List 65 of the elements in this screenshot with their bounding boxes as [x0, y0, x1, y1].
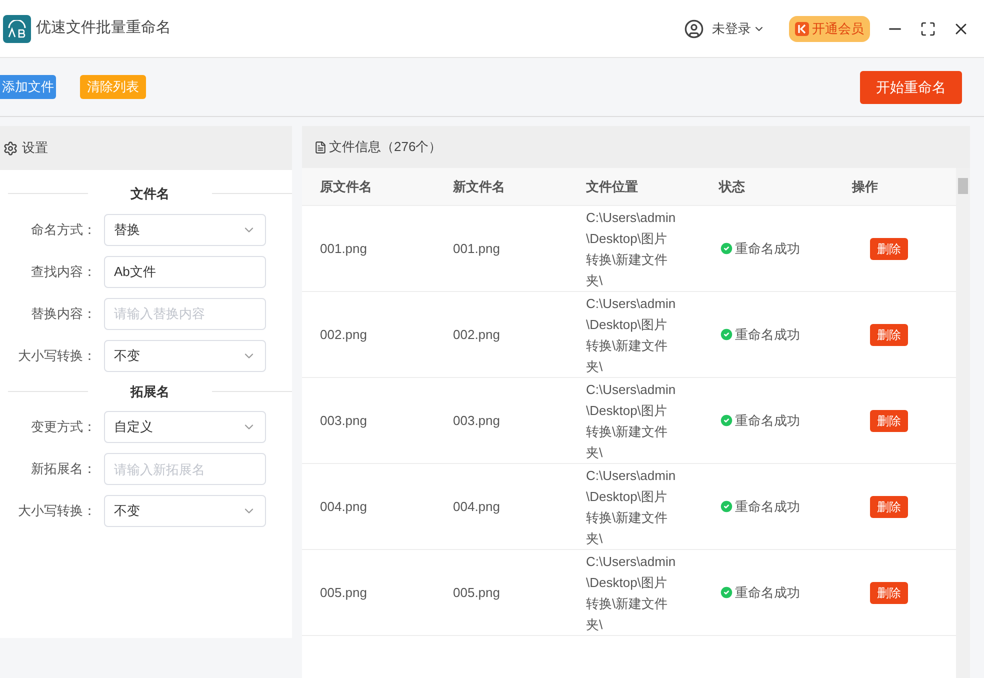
delete-button[interactable]: 删除: [870, 410, 908, 432]
section-heading: 文件名: [130, 185, 170, 203]
field-label: 大小写转换：: [17, 502, 96, 520]
panel-title: 设置: [22, 139, 48, 158]
table-cell-text: 002.png: [320, 326, 368, 344]
table-cell-text: C:\Users\admin\Desktop\图片转换\新建文件夹\: [586, 466, 677, 548]
user-icon: [684, 18, 704, 38]
table-cell-text: C:\Users\admin\Desktop\图片转换\新建文件夹\: [586, 294, 677, 376]
status-text: 重命名成功: [735, 584, 800, 602]
table-cell-text: 001.png: [453, 240, 501, 258]
table-cell-text: 004.png: [453, 498, 501, 516]
delete-button[interactable]: 删除: [870, 496, 908, 518]
delete-button[interactable]: 删除: [870, 238, 908, 260]
delete-button[interactable]: 删除: [870, 324, 908, 346]
status-text: 重命名成功: [735, 326, 800, 344]
field-label: 查找内容：: [30, 262, 96, 281]
add-files-button[interactable]: 添加文件: [0, 75, 56, 99]
column-header: 新文件名: [453, 178, 506, 196]
vip-badge-icon: [795, 22, 809, 36]
status-text: 重命名成功: [735, 412, 800, 430]
table-cell-text: 005.png: [453, 584, 501, 602]
input-field[interactable]: Ab文件: [104, 256, 266, 288]
success-icon: [719, 241, 734, 256]
select-field[interactable]: 不变: [104, 495, 266, 527]
start-rename-button[interactable]: 开始重命名: [860, 70, 962, 104]
input-field[interactable]: 请输入替换内容: [104, 298, 266, 330]
select-field[interactable]: 替换: [104, 214, 266, 246]
vip-button[interactable]: 开通会员: [789, 16, 870, 42]
column-header: 文件位置: [586, 178, 639, 196]
table-cell-text: 003.png: [320, 412, 368, 430]
success-icon: [719, 413, 734, 428]
status-text: 重命名成功: [735, 498, 800, 516]
column-header: 原文件名: [320, 178, 373, 196]
table-cell-text: C:\Users\admin\Desktop\图片转换\新建文件夹\: [586, 380, 677, 462]
column-header: 操作: [852, 178, 878, 196]
delete-button[interactable]: 删除: [870, 582, 908, 604]
file-icon: [314, 140, 327, 154]
column-header: 状态: [719, 178, 746, 196]
success-icon: [719, 585, 734, 600]
section-heading: 拓展名: [129, 382, 170, 400]
table-cell-text: 001.png: [320, 240, 368, 258]
clear-list-button[interactable]: 清除列表: [80, 75, 146, 99]
table-cell-text: 005.png: [320, 584, 368, 602]
table-cell-text: C:\Users\admin\Desktop\图片转换\新建文件夹\: [586, 208, 677, 290]
maximize-icon[interactable]: [920, 20, 936, 36]
success-icon: [719, 499, 734, 514]
field-label: 变更方式：: [30, 418, 96, 436]
table-cell-text: 003.png: [453, 412, 501, 430]
success-icon: [719, 327, 734, 342]
window-title: 优速文件批量重命名: [36, 18, 171, 38]
table-cell-text: 004.png: [320, 498, 368, 516]
table-cell-text: C:\Users\admin\Desktop\图片转换\新建文件夹\: [586, 552, 677, 634]
field-label: 替换内容：: [30, 304, 96, 323]
field-label: 新拓展名：: [30, 460, 96, 478]
login-menu[interactable]: 未登录: [712, 18, 765, 38]
select-field[interactable]: 自定义: [104, 411, 266, 443]
field-label: 命名方式：: [30, 220, 96, 239]
panel-title: 文件信息（276个）: [329, 138, 442, 156]
app-logo-icon: [3, 14, 31, 42]
table-cell-text: 002.png: [453, 326, 501, 344]
status-text: 重命名成功: [735, 240, 800, 258]
settings-icon: [3, 140, 18, 156]
input-field[interactable]: 请输入新拓展名: [104, 453, 266, 485]
field-label: 大小写转换：: [17, 346, 96, 365]
select-field[interactable]: 不变: [104, 340, 266, 372]
